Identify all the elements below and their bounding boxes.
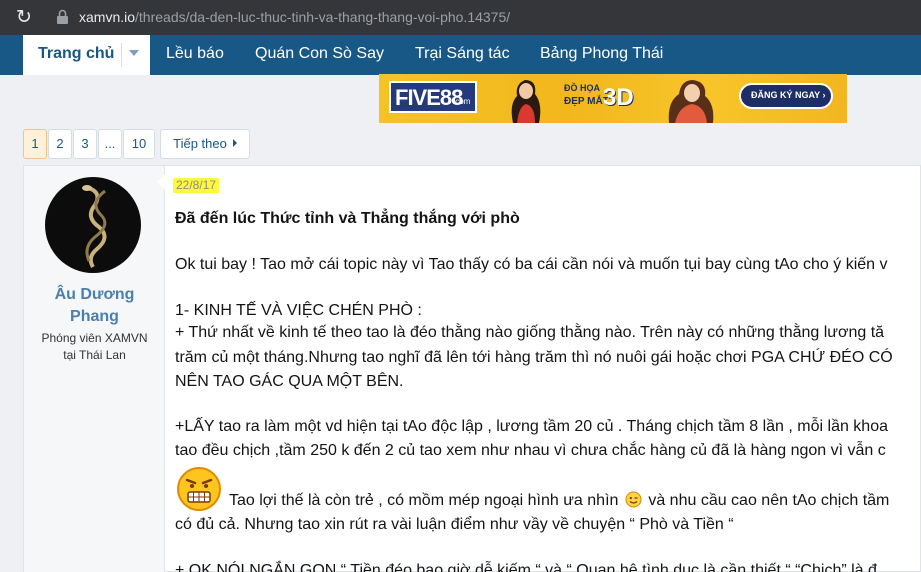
post-content: 22/8/17 Đã đến lúc Thức tỉnh và Thẳng th… (173, 166, 921, 572)
post-text-line: có đủ cả. Nhưng tao xin rút ra vài luận … (175, 516, 734, 533)
chevron-down-icon[interactable] (129, 50, 139, 56)
nav-home-divider (121, 43, 122, 67)
page-link-10[interactable]: 10 (123, 129, 155, 159)
page-link-1[interactable]: 1 (23, 129, 47, 159)
next-page-button[interactable]: Tiếp theo (160, 129, 250, 159)
reload-icon[interactable]: ↻ (12, 6, 36, 28)
banner-text-line1: ĐỒ HỌA (564, 83, 600, 93)
post-author-title: Phóng viên XAMVN tại Thái Lan (24, 330, 165, 364)
lock-icon[interactable] (56, 9, 69, 25)
post-text-line: NÊN TAO GÁC QUA MỘT BÊN. (175, 373, 404, 390)
page-link-ellipsis[interactable]: ... (98, 129, 122, 159)
nav-tab-leu-bao[interactable]: Lều báo (166, 45, 224, 63)
post-text-line: + Thứ nhất về kinh tế theo tao là đéo th… (175, 324, 885, 341)
url-field[interactable]: xamvn.io/threads/da-den-luc-thuc-tinh-va… (79, 8, 510, 26)
chevron-right-icon (232, 139, 237, 147)
post-date[interactable]: 22/8/17 (173, 178, 220, 193)
wink-smiley-icon (625, 491, 642, 508)
post-user-panel: Âu Dương Phang Phóng viên XAMVN tại Thái… (24, 166, 165, 572)
banner-cta-label: ĐĂNG KÝ NGAY › (751, 90, 826, 100)
banner-brand-suffix: .com (453, 97, 471, 106)
banner-3d-text: 3D (603, 84, 634, 111)
banner-character-image-2 (668, 80, 714, 123)
grimace-smiley-icon (177, 467, 221, 511)
page-link-3[interactable]: 3 (73, 129, 97, 159)
url-host: xamvn.io (79, 9, 136, 25)
url-path: /threads/da-den-luc-thuc-tinh-va-thang-t… (135, 9, 511, 25)
banner-brand-logo: FIVE88 .com (389, 81, 477, 113)
nav-tab-quan-con-so-say[interactable]: Quán Con Sò Say (255, 45, 384, 63)
user-panel-pointer (157, 174, 165, 190)
post-text-line: Tao lợi thế là còn trẻ , có mồm mép ngoạ… (229, 490, 889, 512)
post-text-line: Ok tui bay ! Tao mở cái topic này vì Tao… (175, 256, 888, 273)
author-title-line2: tại Thái Lan (63, 348, 126, 362)
author-name-line1: Âu Dương (54, 286, 135, 303)
post: Âu Dương Phang Phóng viên XAMVN tại Thái… (23, 165, 921, 572)
post-text-segment: và nhu cầu cao nên tAo chịch tầm (648, 492, 890, 509)
banner-signup-button[interactable]: ĐĂNG KÝ NGAY › (739, 83, 833, 109)
post-text-line: + OK NÓI NGẮN GỌN “ Tiền đéo bao giờ dễ … (175, 562, 877, 572)
forum-nav: Trang chủ Lều báo Quán Con Sò Say Trại S… (0, 35, 921, 75)
post-text-segment: Tao lợi thế là còn trẻ , có mồm mép ngoạ… (229, 492, 619, 509)
post-author-name[interactable]: Âu Dương Phang (24, 284, 165, 328)
author-name-line2: Phang (70, 308, 119, 325)
ad-banner[interactable]: FIVE88 .com ĐỒ HỌA ĐẸP MẮT 3D ĐĂNG KÝ NG… (379, 74, 847, 123)
browser-address-bar: ↻ xamvn.io/threads/da-den-luc-thuc-tinh-… (0, 0, 921, 35)
post-text-line: trăm củ một tháng.Nhưng tao nghĩ đã lên … (175, 349, 893, 366)
page-link-2[interactable]: 2 (48, 129, 72, 159)
nav-tab-home[interactable]: Trang chủ (23, 35, 150, 75)
post-title: Đã đến lúc Thức tỉnh và Thẳng thắng với … (175, 210, 520, 227)
nav-home-label: Trang chủ (38, 45, 115, 62)
author-title-line1: Phóng viên XAMVN (41, 331, 148, 345)
nav-tab-bang-phong-thai[interactable]: Bảng Phong Thái (540, 45, 663, 63)
avatar[interactable] (45, 177, 141, 273)
nav-tab-trai-sang-tac[interactable]: Trại Sáng tác (415, 45, 510, 63)
snake-avatar-image (82, 185, 107, 269)
next-page-label: Tiếp theo (173, 136, 227, 151)
post-text-line: 1- KINH TẾ VÀ VIỆC CHÉN PHÒ : (175, 302, 422, 319)
post-text-line: +LẤY tao ra làm một vd hiện tại tAo độc … (175, 418, 888, 435)
post-text-line: tao đều chịch ,tầm 250 k đến 2 củ tao xe… (175, 442, 886, 459)
banner-character-image (511, 80, 541, 123)
